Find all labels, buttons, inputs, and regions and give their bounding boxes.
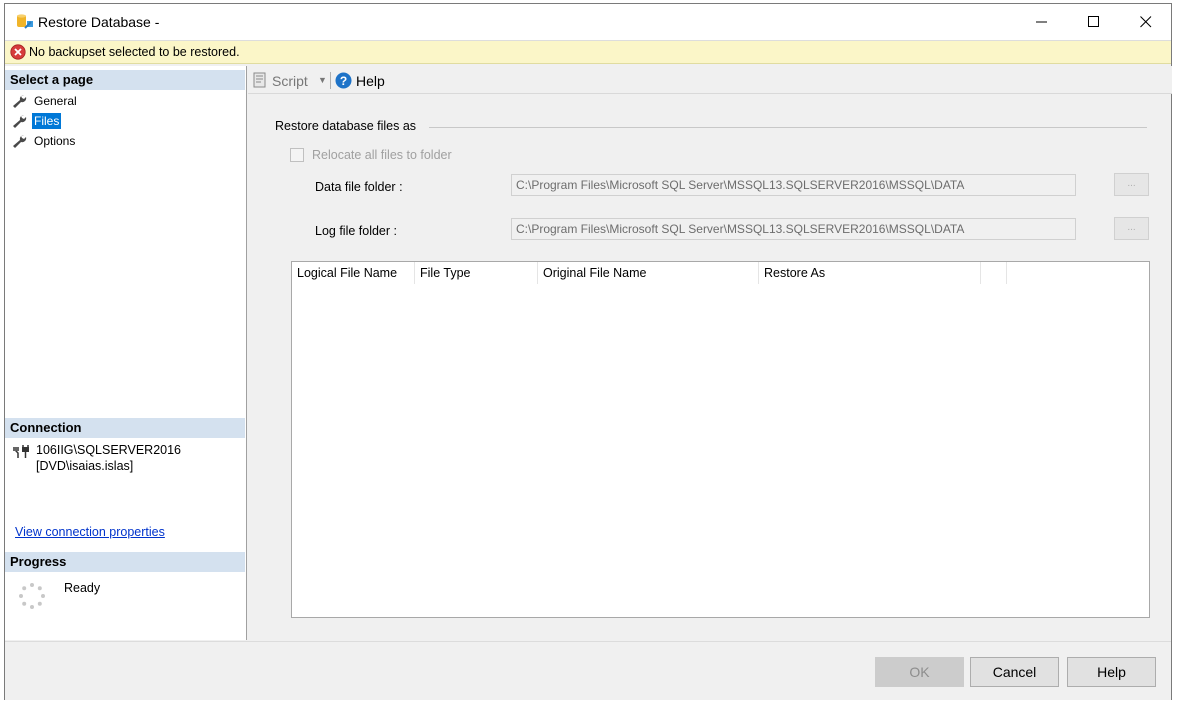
connection-user: [DVD\isaias.islas]: [36, 459, 134, 473]
grid-header: Logical File Name File Type Original Fil…: [292, 262, 1149, 284]
restore-files-group-title: Restore database files as: [275, 119, 417, 133]
page-item-options[interactable]: Options: [11, 132, 77, 149]
progress-header: Progress: [5, 552, 245, 572]
script-dropdown-icon[interactable]: ▼: [318, 75, 327, 85]
wrench-icon: [13, 114, 27, 128]
progress-status: Ready: [64, 581, 101, 595]
ok-button[interactable]: OK: [875, 657, 964, 687]
error-message-bar: No backupset selected to be restored.: [5, 40, 1171, 64]
column-header-original-file-name[interactable]: Original File Name: [538, 262, 759, 284]
column-header-extra: [981, 262, 1007, 284]
connection-icon: [13, 445, 29, 458]
cancel-button[interactable]: Cancel: [970, 657, 1059, 687]
window-title: Restore Database -: [38, 14, 160, 30]
column-header-file-type[interactable]: File Type: [415, 262, 538, 284]
view-connection-properties-link[interactable]: View connection properties: [15, 525, 165, 539]
column-header-restore-as[interactable]: Restore As: [759, 262, 981, 284]
help-button[interactable]: Help: [1067, 657, 1156, 687]
data-folder-browse-button[interactable]: ...: [1114, 173, 1149, 196]
wrench-icon: [13, 134, 27, 148]
page-item-label: Files: [32, 112, 62, 129]
data-file-folder-input[interactable]: C:\Program Files\Microsoft SQL Server\MS…: [511, 174, 1076, 196]
title-bar: Restore Database -: [5, 4, 1171, 40]
toolbar: Script ▼ ? Help: [248, 66, 1172, 94]
relocate-label: Relocate all files to folder: [312, 148, 452, 162]
relocate-row: Relocate all files to folder: [290, 148, 452, 162]
script-button[interactable]: Script: [272, 73, 308, 89]
log-file-folder-input[interactable]: C:\Program Files\Microsoft SQL Server\MS…: [511, 218, 1076, 240]
page-item-general[interactable]: General: [11, 92, 79, 109]
files-grid[interactable]: Logical File Name File Type Original Fil…: [291, 261, 1150, 618]
close-button[interactable]: [1123, 4, 1169, 40]
page-item-label: Options: [34, 133, 76, 148]
help-toolbar-button[interactable]: Help: [356, 73, 385, 89]
column-header-logical-file-name[interactable]: Logical File Name: [292, 262, 415, 284]
progress-spinner-icon: [19, 583, 45, 609]
button-bar: OK Cancel Help: [5, 641, 1171, 700]
maximize-icon: [1088, 16, 1099, 27]
close-icon: [1140, 16, 1152, 28]
connection-server: 106IIG\SQLSERVER2016: [36, 443, 181, 457]
select-page-header: Select a page: [5, 70, 245, 90]
group-divider: [429, 127, 1147, 128]
restore-database-icon: [17, 14, 33, 29]
minimize-icon: [1036, 21, 1047, 23]
minimize-button[interactable]: [1019, 4, 1065, 40]
page-item-label: General: [34, 93, 77, 108]
log-file-folder-label: Log file folder :: [315, 224, 397, 238]
script-icon: [253, 72, 266, 88]
restore-database-window: Restore Database - No backupset selected…: [4, 3, 1172, 700]
wrench-icon: [13, 94, 27, 108]
error-message: No backupset selected to be restored.: [29, 45, 240, 59]
left-pane: Select a page General Files Options Conn…: [5, 66, 247, 640]
log-folder-browse-button[interactable]: ...: [1114, 217, 1149, 240]
relocate-checkbox[interactable]: [290, 148, 304, 162]
page-item-files[interactable]: Files: [11, 112, 62, 129]
toolbar-separator: [330, 72, 331, 89]
maximize-button[interactable]: [1071, 4, 1117, 40]
error-icon: [10, 44, 26, 60]
svg-text:?: ?: [340, 74, 347, 88]
connection-header: Connection: [5, 418, 245, 438]
help-icon[interactable]: ?: [335, 72, 352, 89]
data-file-folder-label: Data file folder :: [315, 180, 403, 194]
